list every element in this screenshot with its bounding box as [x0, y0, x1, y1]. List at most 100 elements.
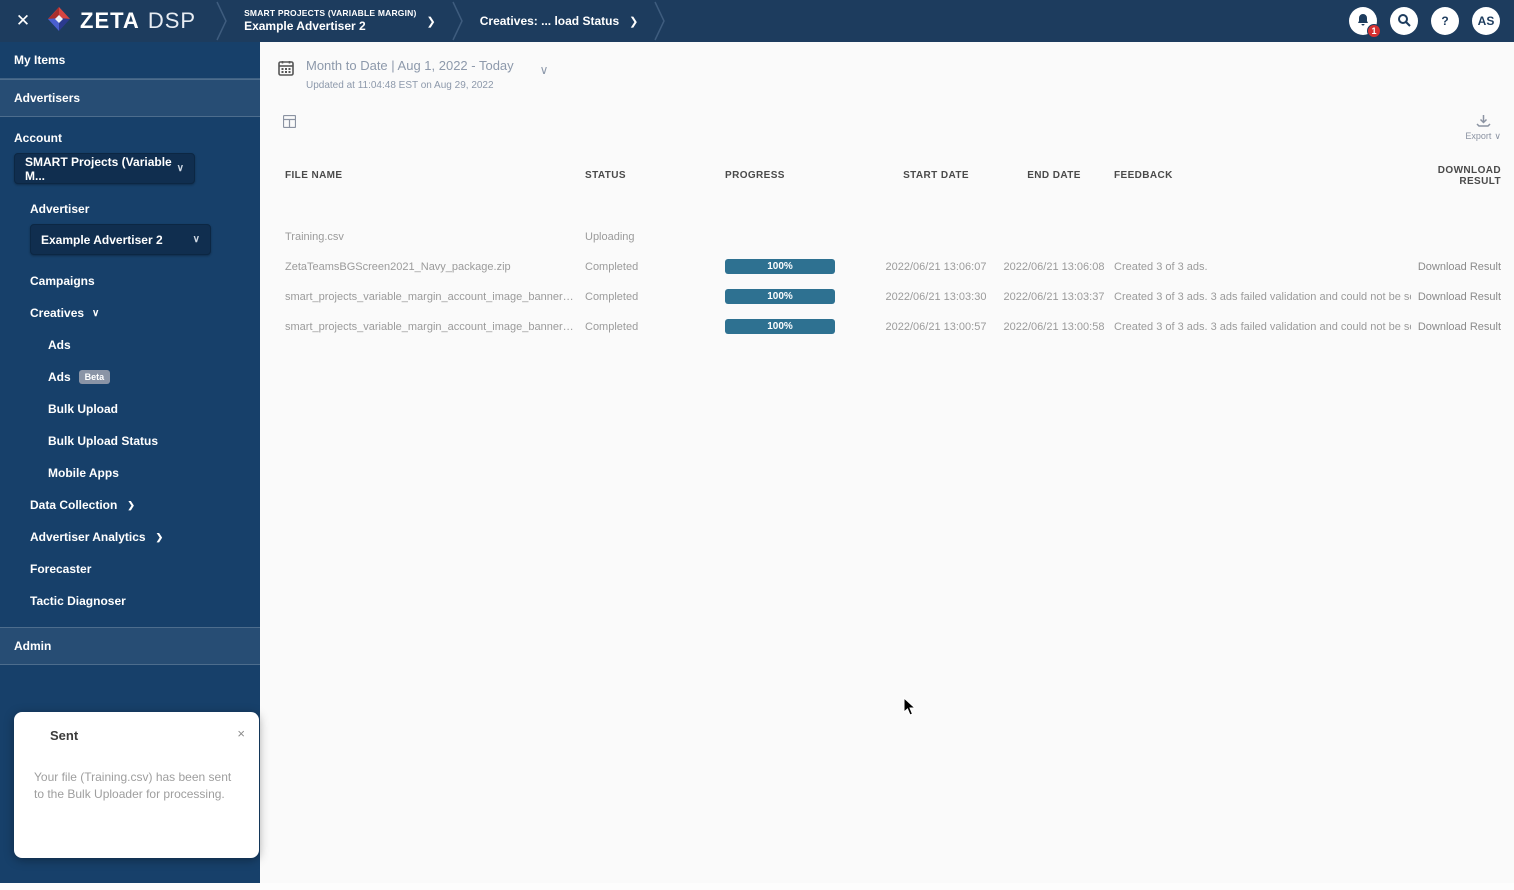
chevron-down-icon: ∨	[540, 61, 549, 79]
bottom-strip	[0, 883, 1514, 890]
table-view-icon[interactable]	[283, 115, 296, 133]
sidebar-item-forecaster[interactable]: Forecaster	[0, 553, 260, 585]
ads-beta-label: Ads	[48, 370, 71, 384]
sidebar-item-advertiser-analytics[interactable]: Advertiser Analytics ❯	[0, 521, 260, 553]
status-cell: Completed	[585, 321, 725, 333]
sent-toast: Sent × Your file (Training.csv) has been…	[14, 712, 259, 858]
data-collection-label: Data Collection	[30, 498, 117, 512]
zeta-dsp-logo[interactable]: ZETA DSP	[46, 6, 214, 37]
chevron-down-icon: ∨	[1494, 131, 1501, 142]
file-name-cell: ZetaTeamsBGScreen2021_Navy_package.zip	[285, 261, 585, 273]
toast-close-icon[interactable]: ×	[237, 726, 245, 741]
feedback-text: Created 3 of 3 ads. 3 ads failed validat…	[1114, 291, 1411, 303]
table-row: ZetaTeamsBGScreen2021_Navy_package.zip C…	[285, 252, 1501, 282]
sidebar-item-mobile-apps[interactable]: Mobile Apps	[0, 457, 260, 489]
ads-label: Ads	[48, 338, 71, 352]
start-date-cell: 2022/06/21 13:03:30	[873, 291, 999, 303]
feedback-cell: Created 3 of 3 ads.	[1109, 261, 1411, 273]
notifications-button[interactable]: 1	[1349, 7, 1377, 35]
sidebar-item-my-items[interactable]: My Items	[0, 42, 260, 79]
table-row: smart_projects_variable_margin_account_i…	[285, 282, 1501, 312]
date-range-value: Month to Date | Aug 1, 2022 - Today	[306, 56, 514, 76]
progress-bar: 100%	[725, 289, 835, 304]
file-name-cell: smart_projects_variable_margin_account_i…	[285, 291, 585, 303]
sidebar-item-data-collection[interactable]: Data Collection ❯	[0, 489, 260, 521]
date-range-selector[interactable]: Month to Date | Aug 1, 2022 - Today ∨	[306, 56, 532, 76]
bulk-upload-label: Bulk Upload	[48, 402, 118, 416]
mobile-apps-label: Mobile Apps	[48, 466, 119, 480]
chevron-down-icon: ∨	[177, 163, 184, 174]
avatar[interactable]: AS	[1472, 7, 1500, 35]
download-result-link[interactable]: Download Result	[1418, 291, 1501, 303]
header-end-date: END DATE	[999, 170, 1109, 181]
download-result-cell: Download Result	[1411, 321, 1501, 333]
breadcrumb-separator-icon	[652, 0, 668, 42]
chevron-down-icon: ∨	[193, 234, 200, 245]
chevron-right-icon[interactable]: ❯	[427, 15, 436, 28]
breadcrumb-separator-icon	[450, 0, 466, 42]
feedback-text: Created 3 of 3 ads. 3 ads failed validat…	[1114, 321, 1411, 333]
sidebar-item-advertisers[interactable]: Advertisers	[0, 79, 260, 117]
sidebar-item-tactic-diagnoser[interactable]: Tactic Diagnoser	[0, 585, 260, 617]
close-icon[interactable]: ✕	[0, 11, 46, 31]
sidebar-item-admin[interactable]: Admin	[0, 627, 260, 665]
advertiser-select[interactable]: Example Advertiser 2 ∨	[30, 224, 211, 255]
breadcrumb-account-label: SMART PROJECTS (VARIABLE MARGIN)	[244, 8, 416, 19]
feedback-text: Created 3 of 3 ads.	[1114, 261, 1208, 273]
sidebar-item-bulk-upload-status[interactable]: Bulk Upload Status	[0, 425, 260, 457]
download-result-link[interactable]: Download Result	[1418, 321, 1501, 333]
last-updated-text: Updated at 11:04:48 EST on Aug 29, 2022	[306, 78, 532, 93]
status-cell: Completed	[585, 291, 725, 303]
toast-title: Sent	[50, 728, 243, 743]
sidebar-item-ads-beta[interactable]: Ads Beta	[0, 361, 260, 393]
download-result-cell: Download Result	[1411, 291, 1501, 303]
creatives-label: Creatives	[30, 306, 84, 320]
account-select-value: SMART Projects (Variable M...	[25, 155, 177, 183]
account-select[interactable]: SMART Projects (Variable M... ∨	[14, 153, 195, 184]
table-tools-row: Export ∨	[260, 93, 1514, 142]
toast-body: Your file (Training.csv) has been sent t…	[34, 769, 243, 804]
header-file-name: FILE NAME	[285, 170, 585, 181]
breadcrumb-advertiser[interactable]: SMART PROJECTS (VARIABLE MARGIN) Example…	[230, 0, 450, 42]
chevron-down-icon: ∨	[92, 308, 99, 319]
export-button[interactable]: Export ∨	[1465, 115, 1501, 142]
feedback-cell: Created 3 of 3 ads. 3 ads failed validat…	[1109, 321, 1411, 333]
sidebar-item-campaigns[interactable]: Campaigns	[0, 265, 260, 297]
sidebar-item-creatives[interactable]: Creatives ∨	[0, 297, 260, 329]
topbar: ✕ ZETA DSP SMART PROJECTS (VARIABLE MARG…	[0, 0, 1514, 42]
help-button[interactable]: ?	[1431, 7, 1459, 35]
file-name-cell: smart_projects_variable_margin_account_i…	[285, 321, 585, 333]
sidebar-item-bulk-upload[interactable]: Bulk Upload	[0, 393, 260, 425]
chevron-right-icon[interactable]: ❯	[629, 15, 638, 28]
brand-zeta: ZETA	[80, 8, 140, 34]
sidebar-item-ads[interactable]: Ads	[0, 329, 260, 361]
start-date-cell: 2022/06/21 13:06:07	[873, 261, 999, 273]
file-name-cell: Training.csv	[285, 231, 585, 243]
advertiser-label: Advertiser	[0, 188, 260, 222]
advertiser-analytics-label: Advertiser Analytics	[30, 530, 146, 544]
breadcrumb-separator-icon	[214, 0, 230, 42]
zeta-diamond-icon	[46, 6, 72, 37]
header-progress: PROGRESS	[725, 170, 873, 181]
avatar-initials: AS	[1478, 14, 1495, 28]
help-icon: ?	[1441, 14, 1448, 28]
breadcrumb-page-label: Creatives: ... load Status	[480, 14, 619, 28]
main-content: Month to Date | Aug 1, 2022 - Today ∨ Up…	[260, 42, 1514, 884]
bulk-upload-status-table: FILE NAME STATUS PROGRESS START DATE END…	[260, 142, 1514, 342]
date-range-header: Month to Date | Aug 1, 2022 - Today ∨ Up…	[260, 42, 1514, 93]
download-icon	[1476, 115, 1491, 130]
topbar-actions: 1 ? AS	[1349, 7, 1514, 35]
advertiser-select-value: Example Advertiser 2	[41, 233, 163, 247]
table-row: Training.csv Uploading	[285, 222, 1501, 252]
table-header-row: FILE NAME STATUS PROGRESS START DATE END…	[285, 166, 1501, 186]
breadcrumb-page[interactable]: Creatives: ... load Status ❯	[466, 0, 653, 42]
download-result-link[interactable]: Download Result	[1418, 261, 1501, 273]
start-date-cell: 2022/06/21 13:00:57	[873, 321, 999, 333]
end-date-cell: 2022/06/21 13:03:37	[999, 291, 1109, 303]
search-button[interactable]	[1390, 7, 1418, 35]
table-row: smart_projects_variable_margin_account_i…	[285, 312, 1501, 342]
account-label: Account	[0, 117, 260, 151]
header-start-date: START DATE	[873, 170, 999, 181]
progress-bar: 100%	[725, 259, 835, 274]
sidebar-menu: Campaigns Creatives ∨ Ads Ads Beta Bulk …	[0, 265, 260, 617]
